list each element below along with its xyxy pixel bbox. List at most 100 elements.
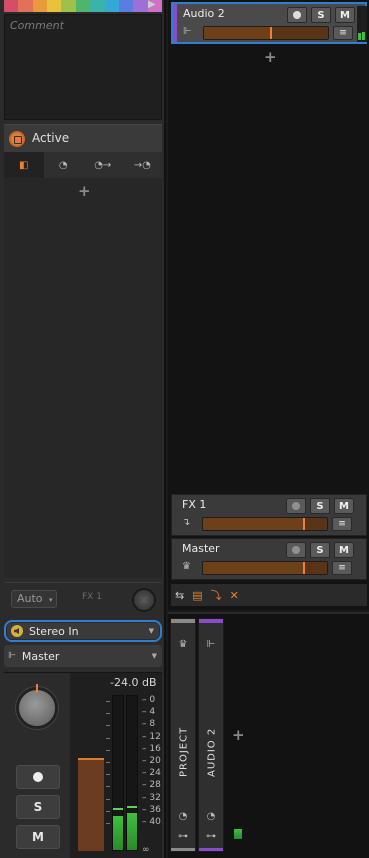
color-swatch[interactable]: [75, 0, 91, 12]
track-volume-fader[interactable]: [202, 561, 328, 575]
speaker-icon: [11, 625, 23, 637]
db-scale-label: – 16: [142, 744, 161, 754]
output-selector[interactable]: ⊩ Master ▼: [4, 645, 162, 667]
track-meter: [357, 6, 367, 42]
list-icon[interactable]: ▤: [192, 589, 202, 602]
strip-audio-2[interactable]: ⊩ AUDIO 2 ◔ ⊶: [198, 618, 224, 852]
channel-mixer: S M -24.0 dB – 0– 4– 8– 12– 16– 20– 24– …: [4, 672, 162, 858]
track-fx-1[interactable]: FX 1 S M ↴ ≡: [171, 494, 367, 536]
tab-clock-in[interactable]: →◔: [123, 152, 163, 178]
output-label: Master: [21, 649, 60, 663]
db-scale-label: – 24: [142, 768, 161, 778]
automation-mode-select[interactable]: Auto ▾: [11, 590, 57, 608]
mute-button[interactable]: M: [334, 498, 354, 514]
chevron-down-icon: ▼: [148, 627, 154, 635]
track-name: FX 1: [182, 498, 207, 511]
record-arm-button[interactable]: [286, 542, 306, 558]
input-selector[interactable]: Stereo In ▼: [4, 620, 162, 642]
send-knob[interactable]: [132, 588, 156, 612]
return-icon[interactable]: ⤵: [211, 587, 222, 603]
track-menu-button[interactable]: ≡: [333, 26, 353, 40]
color-swatch[interactable]: [32, 0, 48, 12]
track-menu-button[interactable]: ≡: [332, 561, 352, 575]
routing-icon: ⊶: [178, 831, 188, 842]
solo-button[interactable]: S: [16, 795, 60, 819]
palette-arrow-icon[interactable]: ▶: [148, 0, 158, 12]
color-swatch[interactable]: [133, 0, 148, 12]
track-volume-fader[interactable]: [202, 517, 328, 531]
fader-fill: [204, 27, 273, 39]
db-scale-tick: [106, 823, 110, 824]
swap-icon[interactable]: ⇆: [175, 589, 184, 602]
mute-button[interactable]: M: [16, 825, 60, 849]
input-label: Stereo In: [29, 624, 79, 638]
add-device-button[interactable]: +: [78, 182, 91, 200]
color-swatch[interactable]: [18, 0, 33, 12]
volume-fader[interactable]: [78, 758, 104, 851]
db-scale-tick: [106, 701, 110, 702]
track-volume-fader[interactable]: [203, 26, 329, 40]
mute-button[interactable]: M: [334, 542, 354, 558]
color-palette[interactable]: [4, 0, 162, 12]
close-icon[interactable]: ✕: [230, 589, 239, 602]
add-strip-button[interactable]: +: [232, 726, 245, 744]
record-dot-icon: [292, 502, 300, 510]
strip-project[interactable]: ♛ PROJECT ◔ ⊶: [170, 618, 196, 852]
record-arm-button[interactable]: [286, 498, 306, 514]
color-swatch[interactable]: [47, 0, 62, 12]
device-activation-icon[interactable]: [9, 131, 25, 147]
meter-bar: [358, 33, 361, 40]
track-color: [173, 4, 177, 42]
db-scale-label: – 36: [142, 805, 161, 815]
add-track-button[interactable]: +: [264, 48, 277, 66]
db-scale-label: – 12: [142, 732, 161, 742]
solo-button[interactable]: S: [311, 7, 331, 23]
color-swatch[interactable]: [61, 0, 76, 12]
db-scale-label: ∞: [142, 845, 150, 855]
pan-knob[interactable]: [16, 684, 58, 729]
color-swatch[interactable]: [90, 0, 105, 12]
device-chain-title: Active: [32, 131, 70, 145]
strip-label: AUDIO 2: [206, 727, 218, 777]
record-dot-icon: [292, 546, 300, 554]
db-scale-tick: [106, 738, 110, 739]
tab-devices[interactable]: ◧: [4, 152, 44, 178]
fader-fill: [203, 518, 305, 530]
clock-icon: ◔: [206, 811, 216, 822]
inspector-panel: ▶ Comment Active ◧ ◔ ◔→ →◔ + Auto ▾ FX 1…: [0, 0, 166, 858]
solo-button[interactable]: S: [310, 542, 330, 558]
audio-track-icon: ⊩: [183, 26, 192, 37]
mute-button[interactable]: M: [335, 7, 355, 23]
track-name: Audio 2: [183, 7, 225, 20]
meter-right-peak: [127, 806, 137, 809]
fader-cursor: [270, 27, 273, 39]
db-scale-label: – 28: [142, 780, 161, 790]
track-list: Audio 2 S M ⊩ ≡ + FX 1 S M ↴ ≡ Master S …: [168, 0, 369, 610]
device-icon: ◧: [19, 159, 29, 171]
solo-button[interactable]: S: [310, 498, 330, 514]
clock-in-icon: →◔: [133, 159, 151, 171]
color-swatch[interactable]: [104, 0, 119, 12]
comment-field[interactable]: Comment: [4, 14, 162, 120]
record-dot-icon: [293, 11, 301, 19]
tab-clock[interactable]: ◔: [44, 152, 84, 178]
db-scale-tick: [106, 774, 110, 775]
db-scale-label: – 32: [142, 793, 161, 803]
meter-left: [112, 695, 124, 851]
meter-right-fill: [127, 813, 137, 850]
clock-out-icon: ◔→: [94, 159, 112, 171]
track-menu-button[interactable]: ≡: [332, 517, 352, 531]
db-scale-label: – 4: [142, 707, 156, 717]
db-scale: – 0 – 4 – 8 – 12 – 16 – 20 – 24 – 28 – 32 – 36 – 4…: [142, 695, 162, 855]
record-arm-button[interactable]: [287, 7, 307, 23]
record-dot-icon: [33, 772, 43, 782]
db-scale-label: – 40: [142, 817, 161, 827]
meter-area: -24.0 dB – 0– 4– 8– 12– 16– 20– 24– 28– …: [70, 673, 162, 858]
send-label: FX 1: [82, 592, 102, 602]
track-audio-2[interactable]: Audio 2 S M ⊩ ≡: [171, 2, 367, 44]
tab-clock-out[interactable]: ◔→: [83, 152, 123, 178]
color-swatch[interactable]: [118, 0, 134, 12]
record-arm-button[interactable]: [16, 765, 60, 789]
color-swatch[interactable]: [4, 0, 19, 12]
track-master[interactable]: Master S M ♛ ≡: [171, 538, 367, 580]
